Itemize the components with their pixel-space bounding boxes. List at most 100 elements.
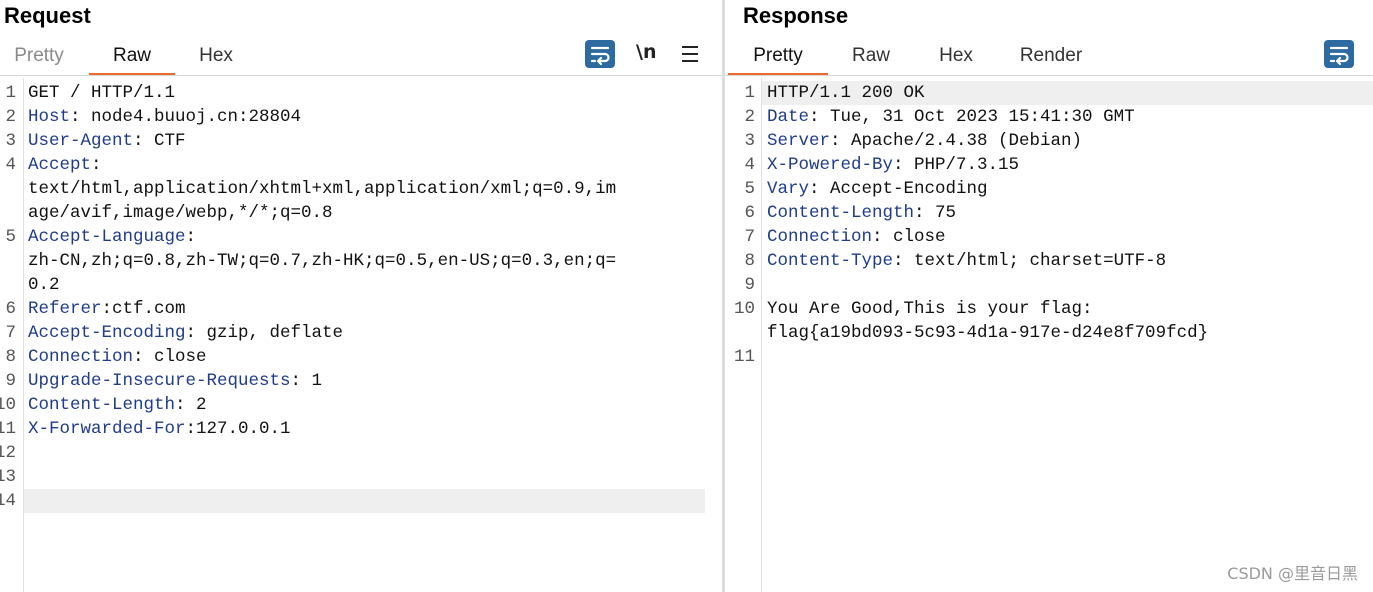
- wrap-lines-button[interactable]: [1324, 40, 1354, 68]
- code-line: 12: [0, 441, 722, 465]
- code-line: 13: [0, 465, 722, 489]
- line-text: User-Agent: CTF: [28, 129, 186, 153]
- line-number: 14: [0, 491, 16, 511]
- code-line: 1 HTTP/1.1 200 OK: [744, 81, 1373, 105]
- response-tab-raw[interactable]: Raw: [839, 42, 903, 76]
- line-text: Upgrade-Insecure-Requests: 1: [28, 369, 322, 393]
- code-line: 6 Content-Length: 75: [725, 201, 1373, 225]
- header-value: 0.2: [28, 275, 60, 295]
- code-line: 14: [0, 489, 705, 513]
- header-name: Host: [28, 107, 71, 127]
- header-name: Connection: [767, 227, 873, 247]
- header-value: flag{a19bd093-5c93-4d1a-917e-d24e8f709fc…: [767, 323, 1209, 343]
- request-tab-raw[interactable]: Raw: [89, 42, 175, 76]
- line-text: X-Forwarded-For:127.0.0.1: [28, 417, 291, 441]
- watermark: CSDN @里音日黑: [1227, 564, 1358, 583]
- request-tab-hex[interactable]: Hex: [186, 42, 246, 76]
- request-editor[interactable]: 1 GET / HTTP/1.1 2 Host: node4.buuoj.cn:288…: [0, 78, 722, 592]
- header-value: : close: [872, 227, 946, 247]
- header-value: : CTF: [133, 131, 186, 151]
- line-number: 2: [5, 107, 16, 127]
- header-value: :: [91, 155, 102, 175]
- response-tab-render[interactable]: Render: [1009, 42, 1093, 76]
- code-line: 4 X-Powered-By: PHP/7.3.15: [725, 153, 1373, 177]
- header-value: : 2: [175, 395, 207, 415]
- header-name: Accept-Language: [28, 227, 186, 247]
- line-number: 1: [5, 83, 16, 103]
- code-line: 10 You Are Good,This is your flag:: [725, 297, 1373, 321]
- response-tab-divider: [725, 75, 1373, 76]
- line-text: Server: Apache/2.4.38 (Debian): [767, 129, 1082, 153]
- header-name: Connection: [28, 347, 134, 367]
- header-value: : close: [133, 347, 207, 367]
- line-text: GET / HTTP/1.1: [28, 81, 175, 105]
- line-text: Referer:ctf.com: [28, 297, 186, 321]
- header-name: Content-Length: [28, 395, 176, 415]
- line-text: Content-Length: 2: [28, 393, 207, 417]
- line-number: 10: [733, 299, 755, 319]
- request-title: Request: [4, 3, 91, 28]
- line-number: 12: [0, 443, 16, 463]
- line-text: Accept-Encoding: gzip, deflate: [28, 321, 343, 345]
- header-value: :ctf.com: [101, 299, 186, 319]
- line-text: flag{a19bd093-5c93-4d1a-917e-d24e8f709fc…: [767, 321, 1208, 345]
- code-line: 7 Accept-Encoding: gzip, deflate: [0, 321, 722, 345]
- header-value: HTTP/1.1 200 OK: [767, 83, 925, 103]
- header-name: X-Powered-By: [767, 155, 894, 175]
- header-name: Content-Type: [767, 251, 894, 271]
- response-editor[interactable]: 1 HTTP/1.1 200 OK 2 Date: Tue, 31 Oct 2023 …: [725, 78, 1373, 592]
- line-number: 6: [744, 203, 755, 223]
- line-text: zh-CN,zh;q=0.8,zh-TW;q=0.7,zh-HK;q=0.5,e…: [28, 249, 616, 273]
- header-value: : Accept-Encoding: [809, 179, 988, 199]
- header-value: : 75: [914, 203, 957, 223]
- code-line: 8 Content-Type: text/html; charset=UTF-8: [725, 249, 1373, 273]
- line-number: 13: [0, 467, 16, 487]
- header-name: Accept: [28, 155, 92, 175]
- header-value: GET / HTTP/1.1: [28, 83, 176, 103]
- response-pane: Response Pretty Raw Hex Render 1 HTTP/1.1…: [725, 0, 1373, 592]
- show-newlines-button[interactable]: \n: [636, 41, 656, 63]
- line-number: 6: [5, 299, 16, 319]
- line-number: 10: [0, 395, 16, 415]
- code-line: text/html,application/xhtml+xml,applicat…: [0, 177, 722, 201]
- line-text: 0.2: [28, 273, 60, 297]
- header-name: Accept-Encoding: [28, 323, 186, 343]
- line-text: Connection: close: [767, 225, 946, 249]
- hamburger-menu-icon[interactable]: [682, 46, 698, 62]
- request-tab-pretty[interactable]: Pretty: [0, 42, 78, 76]
- line-number: 2: [744, 107, 755, 127]
- header-name: X-Forwarded-For: [28, 419, 186, 439]
- line-number: 7: [744, 227, 755, 247]
- code-line: zh-CN,zh;q=0.8,zh-TW;q=0.7,zh-HK;q=0.5,e…: [0, 249, 722, 273]
- header-value: :: [185, 227, 197, 247]
- response-tab-pretty[interactable]: Pretty: [728, 42, 828, 76]
- line-text: Accept-Language:: [28, 225, 196, 249]
- line-number: 5: [744, 179, 755, 199]
- header-value: : node4.buuoj.cn:28804: [70, 107, 302, 127]
- code-line: 6 Referer:ctf.com: [0, 297, 722, 321]
- header-name: User-Agent: [28, 131, 134, 151]
- line-number: 4: [744, 155, 755, 175]
- line-number: 8: [5, 347, 16, 367]
- code-line: 9: [725, 273, 1373, 297]
- wrap-lines-button[interactable]: [585, 40, 615, 68]
- code-line: 8 Connection: close: [0, 345, 722, 369]
- code-line: 9 Upgrade-Insecure-Requests: 1: [0, 369, 722, 393]
- line-number: 8: [744, 251, 755, 271]
- code-line: age/avif,image/webp,*/*;q=0.8: [0, 201, 722, 225]
- code-line: 3 Server: Apache/2.4.38 (Debian): [725, 129, 1373, 153]
- line-number: 11: [0, 419, 16, 439]
- line-number: 7: [5, 323, 16, 343]
- code-line: 2 Host: node4.buuoj.cn:28804: [0, 105, 722, 129]
- code-line: 4 Accept:: [0, 153, 722, 177]
- request-tab-divider: [0, 75, 722, 76]
- wrap-lines-icon: [590, 46, 610, 66]
- header-value: : PHP/7.3.15: [893, 155, 1020, 175]
- line-number: 9: [5, 371, 16, 391]
- response-tab-hex[interactable]: Hex: [925, 42, 987, 76]
- line-text: Content-Length: 75: [767, 201, 956, 225]
- header-value: You Are Good,This is your flag:: [767, 299, 1093, 319]
- header-value: age/avif,image/webp,*/*;q=0.8: [28, 203, 333, 223]
- line-number: 4: [5, 155, 16, 175]
- line-text: Content-Type: text/html; charset=UTF-8: [767, 249, 1166, 273]
